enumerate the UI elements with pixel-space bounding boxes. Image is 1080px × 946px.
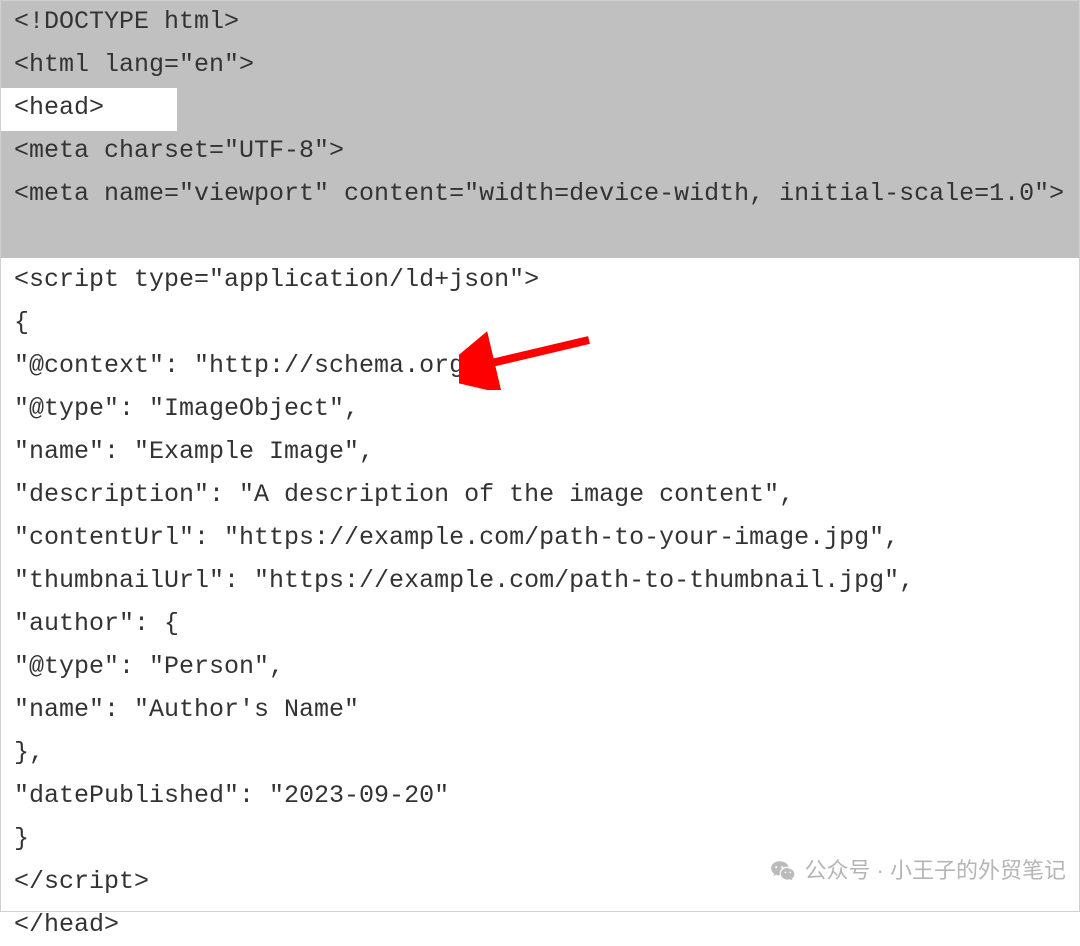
code-line: "name": "Example Image",: [14, 437, 374, 466]
code-line: "@type": "ImageObject",: [14, 394, 359, 423]
code-line: <meta name="viewport" content="width=dev…: [14, 179, 1064, 208]
code-line: "thumbnailUrl": "https://example.com/pat…: [14, 566, 914, 595]
code-line: <head>: [14, 93, 104, 122]
watermark: 公众号 · 小王子的外贸笔记: [770, 849, 1066, 892]
code-line: <html lang="en">: [14, 50, 254, 79]
code-line: }: [14, 824, 29, 853]
code-line: </head>: [14, 910, 119, 939]
code-line: <!DOCTYPE html>: [14, 7, 239, 36]
code-line: "@context": "http://schema.org",: [14, 351, 494, 380]
code-line: "@type": "Person",: [14, 652, 284, 681]
code-line: "name": "Author's Name": [14, 695, 359, 724]
code-line: "contentUrl": "https://example.com/path-…: [14, 523, 899, 552]
code-line: "author": {: [14, 609, 179, 638]
wechat-icon: [770, 858, 796, 884]
code-line: },: [14, 738, 44, 767]
code-line: </script>: [14, 867, 149, 896]
code-line: {: [14, 308, 29, 337]
code-snippet: <!DOCTYPE html> <html lang="en"> <head> …: [0, 0, 1080, 946]
code-line: <script type="application/ld+json">: [14, 265, 539, 294]
watermark-text: 公众号 · 小王子的外贸笔记: [804, 849, 1066, 892]
code-line: "datePublished": "2023-09-20": [14, 781, 449, 810]
code-line: "description": "A description of the ima…: [14, 480, 794, 509]
code-line: <meta charset="UTF-8">: [14, 136, 344, 165]
